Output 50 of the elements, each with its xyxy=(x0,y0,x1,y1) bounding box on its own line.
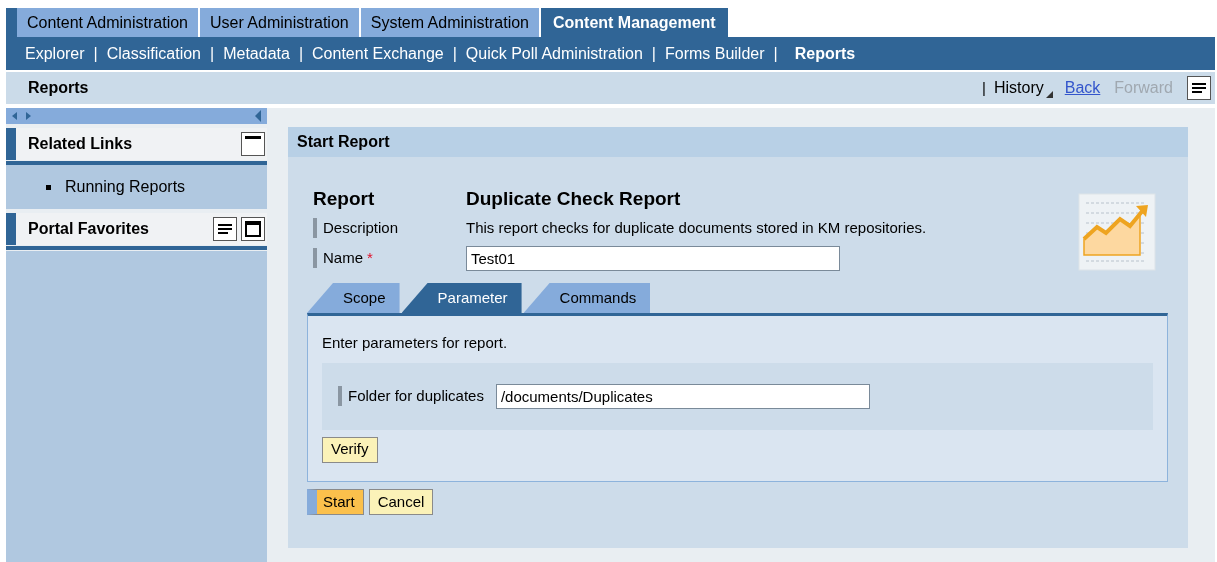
tab[interactable]: Parameter xyxy=(401,283,522,313)
collapse-arrow-icon[interactable] xyxy=(255,110,261,122)
separator: | xyxy=(773,43,778,64)
menu-icon[interactable] xyxy=(213,217,237,241)
nav-link[interactable]: Classification xyxy=(106,41,201,66)
name-field[interactable]: Test01 xyxy=(466,245,840,271)
form-title: Start Report xyxy=(297,132,390,152)
separator: | xyxy=(298,43,304,64)
separator: | xyxy=(93,43,98,64)
field-label: Description xyxy=(323,217,399,238)
top-tab[interactable]: User Administration xyxy=(200,8,359,37)
caret-icon xyxy=(1045,90,1053,98)
report-label: Report xyxy=(313,186,376,211)
required-mark: * xyxy=(367,247,373,268)
top-tab[interactable]: Content Management xyxy=(541,8,728,37)
nav-link[interactable]: Reports xyxy=(794,41,856,66)
intro-text: Enter parameters for report. xyxy=(322,333,509,353)
nav-link[interactable]: Forms Builder xyxy=(664,41,765,66)
nav-link[interactable]: Metadata xyxy=(223,41,290,66)
bullet-icon xyxy=(46,184,51,190)
minimize-icon[interactable] xyxy=(241,132,265,156)
field-label: Folder for duplicates xyxy=(348,385,484,406)
top-tab[interactable]: System Administration xyxy=(360,8,539,37)
separator: | xyxy=(651,43,656,64)
left-arrow-icon[interactable] xyxy=(12,112,17,120)
panel-toggle-bar[interactable] xyxy=(6,108,267,124)
nav-link[interactable]: Quick Poll Administration xyxy=(465,41,643,66)
separator: | xyxy=(452,43,457,64)
right-arrow-icon[interactable] xyxy=(26,112,31,120)
back-link[interactable]: Back xyxy=(1064,76,1101,100)
panel-title: Related Links xyxy=(28,134,134,154)
chart-icon xyxy=(1078,193,1156,271)
top-tab[interactable]: Content Administration xyxy=(17,8,198,37)
history-menu[interactable]: History xyxy=(993,76,1044,100)
separator: | xyxy=(210,43,215,64)
tab[interactable]: Commands xyxy=(523,283,651,313)
description-text: This report checks for duplicate documents stored in KM repositories. xyxy=(466,217,927,238)
field-label: Name xyxy=(323,247,363,268)
separator: | xyxy=(982,77,986,98)
menu-icon[interactable] xyxy=(1187,76,1211,100)
maximize-icon[interactable] xyxy=(241,217,265,241)
nav-link[interactable]: Content Exchange xyxy=(312,41,444,66)
tab[interactable]: Scope xyxy=(307,283,400,313)
start-button[interactable]: Start xyxy=(307,489,364,515)
report-name: Duplicate Check Report xyxy=(466,186,681,211)
nav-link[interactable]: Explorer xyxy=(25,41,85,66)
folder-field[interactable]: /documents/Duplicates xyxy=(495,383,870,409)
panel-title: Portal Favorites xyxy=(28,219,150,239)
cancel-button[interactable]: Cancel xyxy=(368,489,434,515)
verify-button[interactable]: Verify xyxy=(322,436,378,463)
